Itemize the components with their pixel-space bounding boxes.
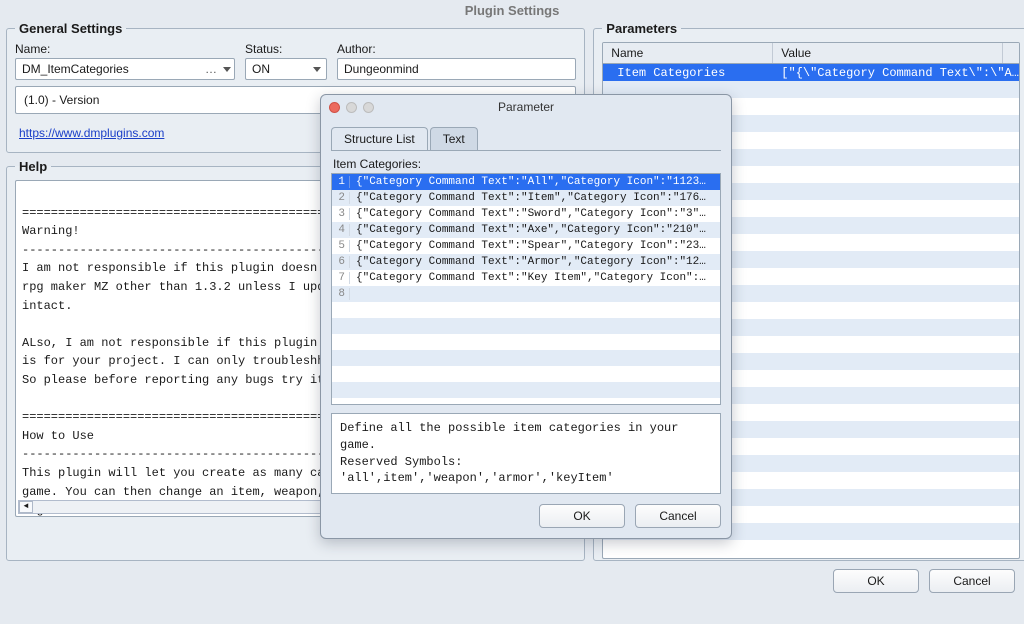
row-number: 8 [332,288,350,300]
row-number: 5 [332,240,350,252]
version-text: (1.0) - Version [24,93,99,107]
structure-list[interactable]: 1{"Category Command Text":"All","Categor… [331,173,721,405]
window-title: Plugin Settings [0,0,1024,21]
structure-list-row[interactable]: 2{"Category Command Text":"Item","Catego… [332,190,720,206]
parameters-legend: Parameters [602,21,681,36]
parameters-header: Name Value [603,43,1019,64]
close-icon[interactable] [329,102,340,113]
col-value[interactable]: Value [773,43,1003,63]
chevron-down-icon [313,67,321,72]
row-text: {"Category Command Text":"Sword","Catego… [350,208,720,220]
structure-list-row[interactable]: 1{"Category Command Text":"All","Categor… [332,174,720,190]
tab-text[interactable]: Text [430,127,478,150]
row-text: {"Category Command Text":"Axe","Category… [350,224,720,236]
row-number: 7 [332,272,350,284]
status-value: ON [252,62,270,76]
row-number: 3 [332,208,350,220]
row-text: {"Category Command Text":"Key Item","Cat… [350,272,720,284]
description-line-1: Define all the possible item categories … [340,420,712,454]
col-name[interactable]: Name [603,43,773,63]
row-text: {"Category Command Text":"Item","Categor… [350,192,720,204]
structure-list-row[interactable]: 7{"Category Command Text":"Key Item","Ca… [332,270,720,286]
structure-list-row[interactable]: 4{"Category Command Text":"Axe","Categor… [332,222,720,238]
plugin-url-link[interactable]: https://www.dmplugins.com [19,126,164,140]
row-number: 4 [332,224,350,236]
structure-list-row[interactable] [332,382,720,398]
structure-list-row[interactable]: 6{"Category Command Text":"Armor","Categ… [332,254,720,270]
row-number: 1 [332,176,350,188]
structure-list-row[interactable]: 8 [332,286,720,302]
row-text: {"Category Command Text":"Armor","Catego… [350,256,720,268]
ellipsis-icon: … [205,62,217,76]
plugin-name-dropdown[interactable]: DM_ItemCategories … [15,58,235,80]
row-text: {"Category Command Text":"All","Category… [350,176,720,188]
dialog-titlebar[interactable]: Parameter [321,95,731,119]
scroll-left-icon[interactable]: ◄ [19,501,33,513]
row-number: 2 [332,192,350,204]
parameter-dialog: Parameter Structure List Text Item Categ… [320,94,732,539]
plugin-name-value: DM_ItemCategories [22,62,129,76]
general-settings-legend: General Settings [15,21,126,36]
param-value: ["{\"Category Command Text\":\"A… [773,66,1019,80]
name-label: Name: [15,42,235,56]
dialog-ok-button[interactable]: OK [539,504,625,528]
tab-structure-list[interactable]: Structure List [331,127,428,150]
structure-list-row[interactable] [332,350,720,366]
description-line-2: Reserved Symbols: 'all',item','weapon','… [340,454,712,488]
zoom-icon [363,102,374,113]
structure-list-row[interactable] [332,302,720,318]
minimize-icon [346,102,357,113]
row-number: 6 [332,256,350,268]
structure-list-row[interactable] [332,366,720,382]
param-name: Item Categories [603,66,773,80]
structure-list-row[interactable]: 5{"Category Command Text":"Spear","Categ… [332,238,720,254]
structure-list-row[interactable] [332,318,720,334]
help-legend: Help [15,159,51,174]
parameter-row[interactable]: Item Categories ["{\"Category Command Te… [603,64,1019,81]
author-value: Dungeonmind [344,62,419,76]
cancel-button[interactable]: Cancel [929,569,1015,593]
dialog-title: Parameter [329,100,723,114]
structure-list-row[interactable]: 3{"Category Command Text":"Sword","Categ… [332,206,720,222]
parameter-description: Define all the possible item categories … [331,413,721,494]
row-text: {"Category Command Text":"Spear","Catego… [350,240,720,252]
list-label: Item Categories: [333,157,721,171]
dialog-tabs: Structure List Text [331,127,721,151]
status-dropdown[interactable]: ON [245,58,327,80]
col-spacer [1003,43,1019,63]
dialog-cancel-button[interactable]: Cancel [635,504,721,528]
parameter-row-empty[interactable] [603,540,1019,557]
author-field: Dungeonmind [337,58,576,80]
structure-list-row[interactable] [332,334,720,350]
ok-button[interactable]: OK [833,569,919,593]
chevron-down-icon [223,67,231,72]
author-label: Author: [337,42,576,56]
status-label: Status: [245,42,327,56]
